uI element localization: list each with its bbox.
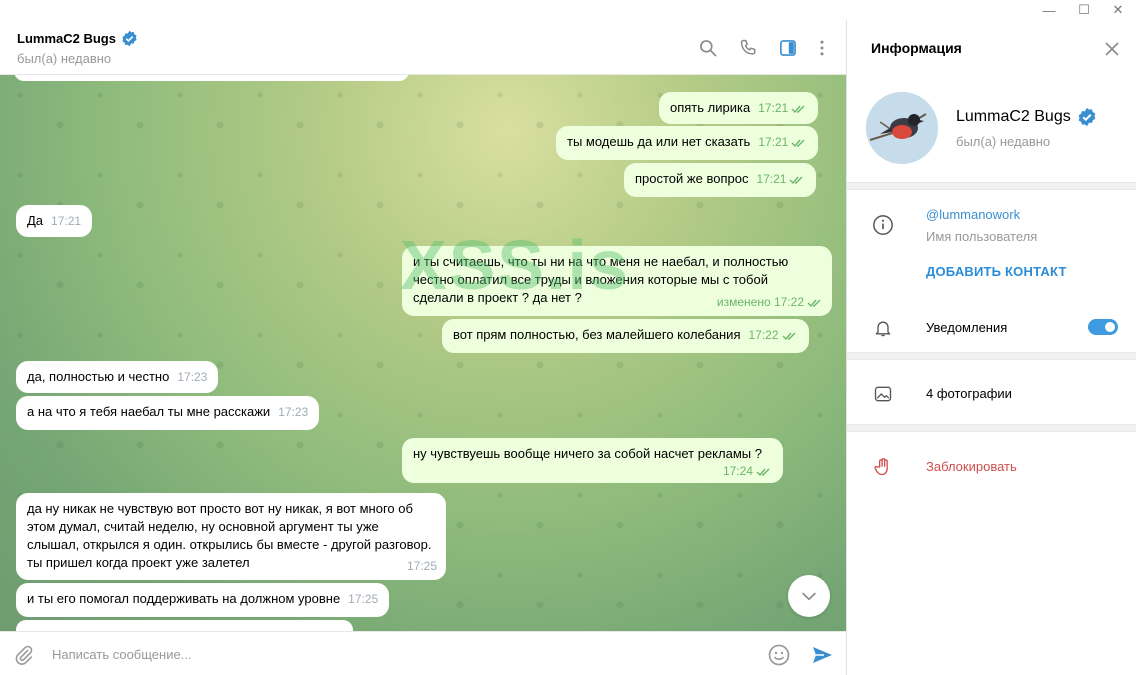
message-bubble[interactable]: да, полностью и честно 17:23	[16, 361, 219, 393]
photo-icon	[871, 382, 895, 406]
message-time: 17:23	[278, 405, 309, 419]
block-hand-icon	[871, 455, 895, 479]
message-bubble[interactable]: ну чувствуешь вообще ничего за собой нас…	[402, 438, 783, 483]
message-text: ты модешь да или нет сказать	[567, 134, 751, 149]
message-input[interactable]	[52, 642, 742, 666]
message-text: вот прям полностью, без малейшего колеба…	[453, 327, 741, 342]
add-contact-button[interactable]: ДОБАВИТЬ КОНТАКТ	[926, 264, 1067, 279]
message-composer[interactable]	[0, 631, 846, 675]
notifications-label: Уведомления	[926, 320, 1008, 335]
username-caption: Имя пользователя	[926, 229, 1038, 244]
message-text: опять лирика	[670, 100, 751, 115]
section-divider	[847, 182, 1136, 190]
message-bubble[interactable]: и ты считаешь, что ты ни на что меня не …	[402, 246, 832, 316]
message-time: 17:25	[406, 559, 437, 573]
chat-status: был(а) недавно	[17, 51, 112, 66]
message-text: и ты его помогал поддерживать на должном…	[27, 591, 341, 606]
window-titlebar: — ☐ ✕	[0, 0, 1136, 20]
chevron-down-icon	[802, 592, 816, 601]
message-bubble[interactable]: да ну никак не чувствую вот просто вот н…	[16, 493, 446, 580]
message-time: 17:23	[177, 370, 208, 384]
message-time: 17:21	[758, 101, 789, 115]
message-bubble[interactable]: опять лирика 17:21	[659, 92, 819, 124]
message-bubble[interactable]: а на что я тебя наебал ты мне расскажи 17…	[16, 396, 320, 430]
attach-icon[interactable]	[12, 643, 36, 667]
double-check-icon	[791, 105, 805, 113]
search-icon[interactable]	[697, 37, 719, 59]
message-bubble[interactable]: и ты его помогал поддерживать на должном…	[16, 583, 390, 617]
more-icon[interactable]	[811, 37, 833, 59]
double-check-icon	[756, 468, 770, 476]
info-icon	[871, 213, 895, 237]
toggle-knob	[1103, 320, 1117, 334]
message-text: да, полностью и честно	[27, 369, 170, 384]
message-bubble[interactable]: ты модешь да или нет сказать 17:21	[556, 126, 819, 160]
message-time: 17:22	[748, 328, 779, 342]
chat-title[interactable]: LummaC2 Bugs	[17, 30, 138, 47]
photos-link[interactable]: 4 фотографии	[926, 386, 1012, 401]
info-panel: Информация LummaC2 Bugs был(а) недавно @…	[847, 20, 1136, 675]
emoji-icon[interactable]	[767, 643, 791, 667]
message-bubble[interactable]: простой же вопрос 17:21	[624, 163, 817, 197]
chat-title-text: LummaC2 Bugs	[17, 31, 116, 46]
double-check-icon	[782, 332, 796, 340]
chat-messages-area[interactable]: опять лирика 17:21 ты модешь да или нет с…	[0, 75, 846, 631]
minimize-button[interactable]: —	[1032, 0, 1066, 20]
message-time: 17:24	[722, 464, 753, 478]
verified-badge-icon	[1078, 107, 1096, 127]
profile-name-text: LummaC2 Bugs	[956, 108, 1071, 125]
message-text: а на что я тебя наебал ты мне расскажи	[27, 404, 271, 419]
sidebar-toggle-icon[interactable]	[777, 37, 799, 59]
message-partial[interactable]	[16, 620, 353, 631]
bell-icon	[871, 316, 895, 340]
message-time: изменено 17:22	[717, 293, 823, 311]
message-text: простой же вопрос	[635, 171, 749, 186]
chat-header[interactable]: LummaC2 Bugs был(а) недавно	[0, 20, 846, 75]
message-time: 17:25	[348, 592, 379, 606]
verified-badge-icon	[122, 30, 137, 47]
message-text: Да	[27, 213, 44, 228]
message-time: 17:21	[51, 214, 82, 228]
message-bubble[interactable]: Да 17:21	[16, 205, 93, 237]
message-partial[interactable]	[14, 75, 409, 81]
message-time: 17:21	[756, 172, 787, 186]
info-panel-title: Информация	[871, 40, 962, 56]
avatar[interactable]	[866, 92, 938, 164]
close-icon[interactable]	[1101, 38, 1123, 60]
section-divider	[847, 352, 1136, 360]
profile-status: был(а) недавно	[956, 134, 1051, 149]
double-check-icon	[791, 139, 805, 147]
message-text: да ну никак не чувствую вот просто вот н…	[27, 501, 432, 570]
message-bubble[interactable]: вот прям полностью, без малейшего колеба…	[442, 319, 809, 353]
phone-icon[interactable]	[737, 37, 759, 59]
block-button[interactable]: Заблокировать	[926, 459, 1017, 474]
maximize-button[interactable]: ☐	[1067, 0, 1101, 20]
notifications-toggle[interactable]	[1088, 319, 1118, 335]
scroll-down-button[interactable]	[788, 575, 830, 617]
profile-name: LummaC2 Bugs	[956, 107, 1097, 127]
section-divider	[847, 424, 1136, 432]
message-meta: 17:24	[413, 462, 772, 480]
double-check-icon	[807, 299, 821, 307]
close-window-button[interactable]: ✕	[1101, 0, 1135, 20]
message-time: 17:21	[758, 135, 789, 149]
send-icon[interactable]	[810, 643, 834, 667]
message-text: ну чувствуешь вообще ничего за собой нас…	[413, 446, 762, 461]
username-link[interactable]: @lummanowork	[926, 207, 1020, 222]
double-check-icon	[789, 176, 803, 184]
